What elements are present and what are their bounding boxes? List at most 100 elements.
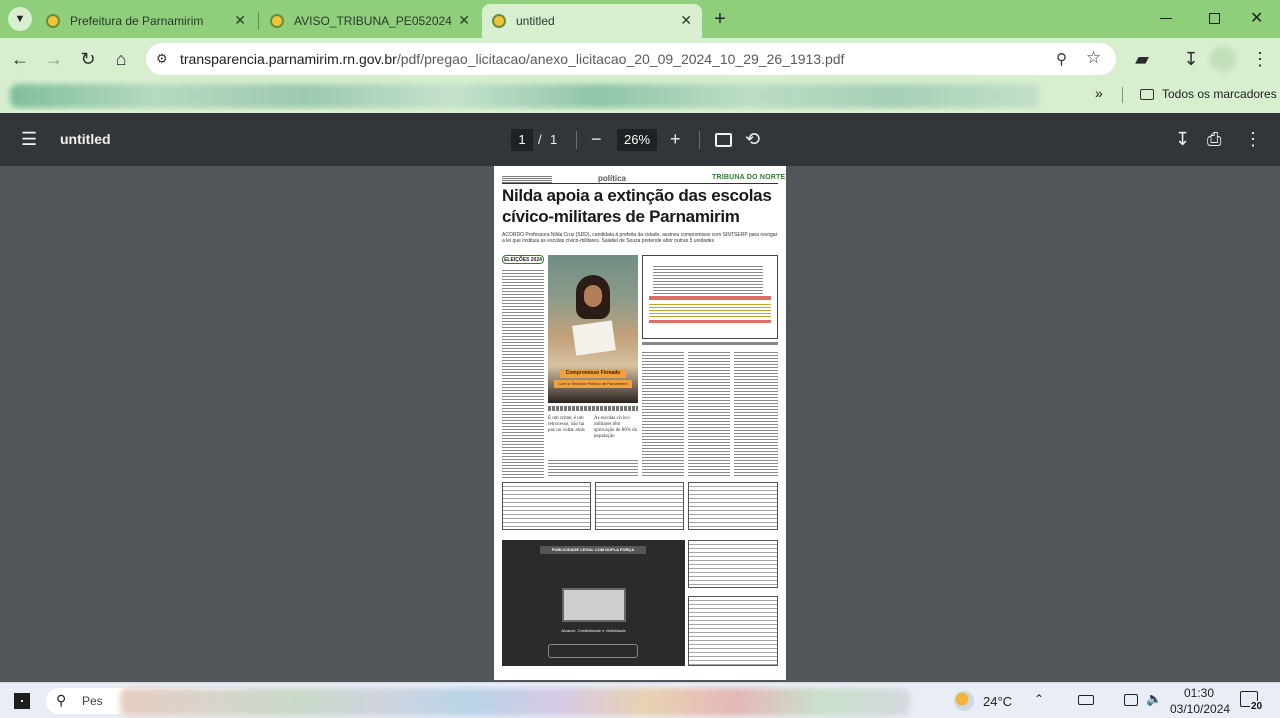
more-bookmarks-icon[interactable]: » <box>1095 85 1103 101</box>
photo-face <box>584 285 602 307</box>
close-window-button[interactable]: ✕ <box>1250 8 1263 28</box>
all-bookmarks-button[interactable]: Todos os marcadores <box>1162 87 1277 101</box>
windows-taskbar: ⚲ Pes 24°C ⌃ 🔈 01:30 03/10/2024 20 <box>0 682 1280 718</box>
pdf-download-icon[interactable]: ↧ <box>1175 128 1190 150</box>
tab-title: untitled <box>516 14 555 28</box>
legal-notice-5 <box>688 596 778 666</box>
tab-prefeitura[interactable]: Prefeitura de Parnamirim ✕ <box>36 4 256 38</box>
close-tab-icon[interactable]: ✕ <box>458 12 470 29</box>
url-text[interactable]: transparencia.parnamirim.rn.gov.br/pdf/p… <box>180 51 844 67</box>
pdf-title: untitled <box>60 131 111 147</box>
tab-title: Prefeitura de Parnamirim <box>70 14 204 28</box>
tab-aviso-tribuna[interactable]: AVISO_TRIBUNA_PE052024_pag ✕ <box>260 4 480 38</box>
fit-page-icon[interactable] <box>715 133 732 147</box>
speaker-icon[interactable]: 🔈 <box>1146 691 1162 707</box>
highlight-red-bar <box>649 296 771 300</box>
box-caption <box>642 342 778 345</box>
candidate-photo: Compromisso Firmado Com o Servidor Públi… <box>548 255 638 403</box>
restore-button[interactable] <box>1209 13 1220 24</box>
pdf-page: política TRIBUNA DO NORTE Nilda apoia a … <box>494 166 786 680</box>
reload-icon[interactable]: ↻ <box>77 48 99 70</box>
more-options-icon[interactable]: ⋮ <box>1244 128 1262 150</box>
clock-time[interactable]: 01:30 <box>1184 686 1214 700</box>
favicon-icon <box>270 14 284 28</box>
bookmark-divider <box>1122 87 1123 103</box>
headline-line2: cívico-militares de Parnamirim <box>502 207 740 226</box>
network-icon[interactable] <box>1124 694 1138 706</box>
photo-banner-1: Compromisso Firmado <box>560 369 626 378</box>
ad-contact <box>548 644 638 658</box>
page-number-input[interactable]: 1 <box>511 129 533 151</box>
home-icon[interactable]: ⌂ <box>110 48 132 70</box>
address-bar[interactable]: ⚙ transparencia.parnamirim.rn.gov.br/pdf… <box>146 43 1116 75</box>
highlight-box <box>642 255 778 339</box>
notification-count: 20 <box>1250 701 1264 712</box>
photo-document <box>572 320 616 356</box>
tab-strip: ▼ Prefeitura de Parnamirim ✕ AVISO_TRIBU… <box>0 0 1280 38</box>
favicon-icon <box>46 14 60 28</box>
legal-notice-4 <box>688 540 778 588</box>
article-column-2 <box>642 350 684 478</box>
weather-icon[interactable] <box>954 691 974 711</box>
tab-untitled[interactable]: untitled ✕ <box>482 4 702 38</box>
forward-icon[interactable]: → <box>43 48 65 70</box>
blurred-bookmarks <box>10 84 1040 108</box>
favicon-icon <box>492 14 506 28</box>
highlight-yellow-text <box>649 302 771 318</box>
pdf-toolbar: ☰ untitled 1 / 1 − 26% + ⟲ ↧ ⎙ ⋮ <box>0 113 1280 166</box>
close-tab-icon[interactable]: ✕ <box>680 12 692 29</box>
legal-notice-3 <box>688 482 778 530</box>
article-column-1 <box>502 268 544 478</box>
quote-block-2: As escolas cívico-militares têm aprovaçã… <box>594 416 637 439</box>
tab-search-button[interactable]: ▼ <box>8 7 32 31</box>
ad-subtitle: Alcance, Credibilidade e Visibilidade <box>561 628 626 633</box>
rotate-icon[interactable]: ⟲ <box>745 128 760 150</box>
legal-notice-1 <box>502 482 591 530</box>
windows-start-icon[interactable] <box>14 693 30 709</box>
toolbar-divider <box>576 131 577 149</box>
chevron-down-icon: ▼ <box>14 13 26 25</box>
zoom-in-icon[interactable]: + <box>670 128 681 150</box>
total-pages: 1 <box>550 132 558 147</box>
photo-banner-2: Com o Servidor Público de Parnamirim <box>554 380 632 388</box>
article-column-3 <box>688 350 730 478</box>
close-tab-icon[interactable]: ✕ <box>234 12 246 29</box>
print-icon[interactable]: ⎙ <box>1207 128 1221 150</box>
tab-title: AVISO_TRIBUNA_PE052024_pag <box>294 14 452 28</box>
page-separator: / <box>538 132 542 147</box>
zoom-level-input[interactable]: 26% <box>617 129 657 151</box>
minimize-button[interactable] <box>1160 18 1172 19</box>
hamburger-menu-icon[interactable]: ☰ <box>21 128 37 150</box>
ad-devices <box>562 588 626 622</box>
lead-text: ACORDO Professora Nilda Cruz (SDD), cand… <box>502 232 778 244</box>
ad-title: PUBLICIDADE LEGAL COM DUPLA FORÇA <box>540 546 646 554</box>
search-icon: ⚲ <box>56 692 67 708</box>
back-icon[interactable]: ← <box>9 48 31 70</box>
download-icon[interactable]: ↧ <box>1180 48 1202 70</box>
clock-date[interactable]: 03/10/2024 <box>1170 702 1230 716</box>
extensions-icon[interactable]: ▰ <box>1131 48 1153 70</box>
battery-icon[interactable] <box>1078 695 1094 705</box>
chevron-up-icon[interactable]: ⌃ <box>1034 692 1044 706</box>
site-info-icon[interactable]: ⚙ <box>156 51 168 67</box>
highlight-red-bar-2 <box>649 320 771 323</box>
toolbar-divider <box>699 131 700 149</box>
profile-avatar[interactable] <box>1210 46 1236 72</box>
page-header-left <box>502 175 552 183</box>
search-placeholder: Pes <box>82 694 103 708</box>
bookmarks-bar: » Todos os marcadores <box>0 80 1280 110</box>
masthead-logo: TRIBUNA DO NORTE <box>712 174 786 181</box>
legal-notice-2 <box>595 482 684 530</box>
header-rule <box>502 183 778 184</box>
bookmark-star-icon[interactable]: ☆ <box>1086 48 1101 68</box>
zoom-out-icon[interactable]: − <box>591 128 602 150</box>
blurred-taskbar-apps <box>120 688 910 716</box>
new-tab-button[interactable]: + <box>708 8 732 32</box>
url-path: /pdf/pregao_licitacao/anexo_licitacao_20… <box>396 51 845 67</box>
advertisement: PUBLICIDADE LEGAL COM DUPLA FORÇA Alcanc… <box>502 540 685 666</box>
temperature[interactable]: 24°C <box>983 694 1012 709</box>
menu-icon[interactable]: ⋮ <box>1249 48 1271 70</box>
folder-icon <box>1140 89 1154 100</box>
quote-block-1: É um crime, é um retrocesso, não há paz … <box>548 416 585 433</box>
zoom-icon[interactable]: ⚲ <box>1056 50 1067 68</box>
